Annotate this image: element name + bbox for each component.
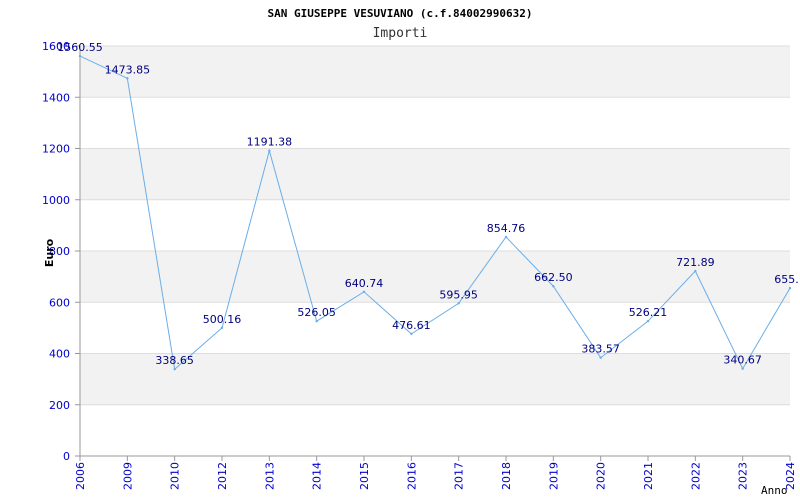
data-label: 340.67: [723, 354, 762, 367]
data-label: 595.95: [439, 288, 478, 301]
data-point: [741, 367, 744, 370]
data-label: 662.50: [534, 271, 573, 284]
data-point: [457, 302, 460, 305]
data-label: 526.21: [629, 306, 668, 319]
data-label: 1473.85: [105, 63, 151, 76]
series-line: [79, 55, 791, 371]
data-label: 338.65: [155, 354, 194, 367]
data-point: [599, 356, 602, 359]
x-tick-label: 2023: [737, 462, 750, 490]
data-label: 721.89: [676, 256, 715, 269]
x-tick-label: 2015: [358, 462, 371, 490]
grid-band: [80, 148, 790, 200]
series-group: [78, 54, 792, 371]
x-tick-label: 2018: [500, 462, 513, 490]
chart-title: SAN GIUSEPPE VESUVIANO (c.f.84002990632): [268, 7, 533, 20]
x-tick-label: 2016: [405, 462, 418, 490]
data-point: [126, 77, 129, 80]
x-tick-label: 2010: [169, 462, 182, 490]
y-tick-label: 0: [63, 450, 70, 463]
x-tick-label: 2013: [263, 462, 276, 490]
data-point: [362, 290, 366, 294]
x-axis-label: Anno: [761, 484, 788, 497]
y-tick-label: 400: [49, 348, 70, 361]
grid-bands: [80, 46, 790, 405]
data-point: [788, 286, 792, 290]
data-label: 655.1: [774, 273, 800, 286]
y-tick-label: 1200: [42, 143, 70, 156]
data-point: [220, 326, 224, 330]
x-tick-label: 2012: [216, 462, 229, 490]
x-tick-label: 2017: [453, 462, 466, 490]
data-point: [315, 319, 318, 323]
data-label: 383.57: [581, 343, 620, 356]
x-tick-labels: 2006 2009 2010 2012 2013 2014 2015 2016 2017 2018…: [74, 462, 797, 490]
data-label: 1191.38: [247, 136, 293, 149]
data-point: [173, 368, 176, 371]
data-point: [694, 269, 697, 273]
line-chart: 02004006008001000120014001600 2006 2009 20…: [42, 7, 800, 497]
data-label: 526.05: [297, 306, 336, 319]
data-point: [78, 54, 82, 58]
data-point: [552, 285, 555, 288]
data-label: 854.76: [487, 222, 526, 235]
x-tick-label: 2019: [547, 462, 560, 490]
data-label: 1560.55: [57, 41, 103, 54]
x-tick-label: 2020: [595, 462, 608, 490]
data-label: 640.74: [345, 277, 384, 290]
x-tick-label: 2021: [642, 462, 655, 490]
y-tick-label: 200: [49, 399, 70, 412]
data-point: [646, 319, 650, 323]
x-tick-label: 2022: [689, 462, 702, 490]
y-tick-label: 1000: [42, 194, 70, 207]
data-point: [504, 235, 508, 239]
y-tick-label: 600: [49, 296, 70, 309]
x-tick-label: 2006: [74, 462, 87, 490]
x-tick-label: 2014: [311, 462, 324, 490]
x-tick-label: 2009: [121, 462, 134, 490]
data-point: [268, 149, 271, 152]
data-point: [410, 332, 413, 336]
grid-band: [80, 46, 790, 98]
y-tick-label: 1400: [42, 91, 70, 104]
y-axis-label: Euro: [43, 238, 56, 267]
data-label: 500.16: [203, 313, 242, 326]
chart-subtitle: Importi: [373, 26, 428, 41]
data-label: 476.61: [392, 319, 431, 332]
